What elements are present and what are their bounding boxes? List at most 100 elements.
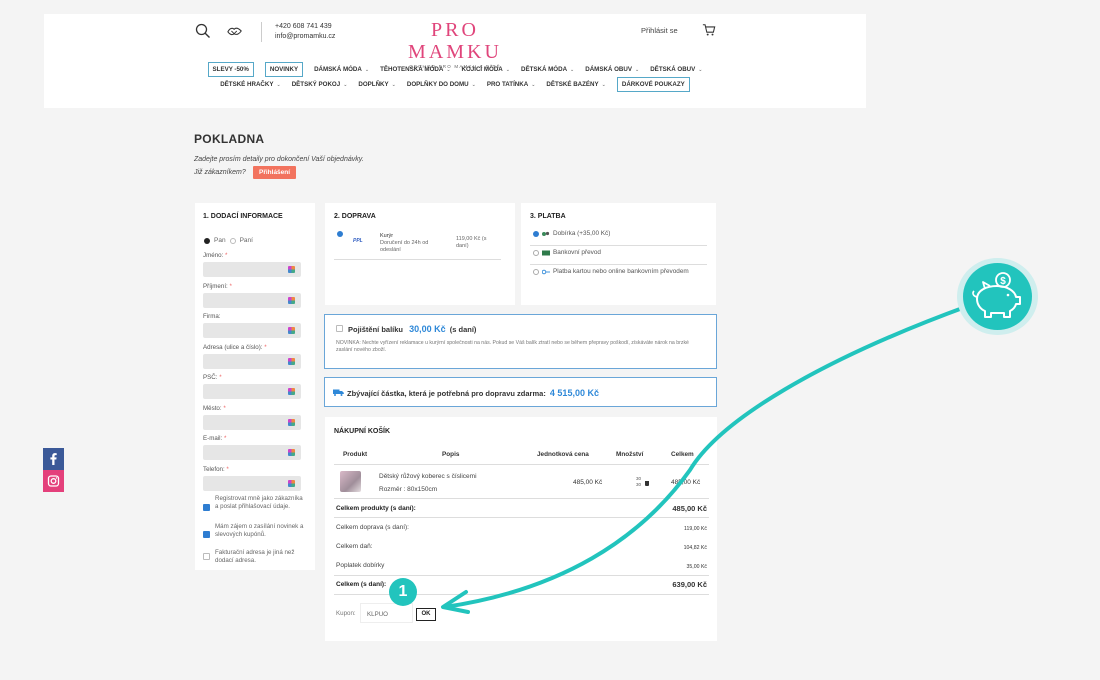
nav-item[interactable]: KOJICÍ MÓDA ⌄ xyxy=(462,66,510,73)
chevron-down-icon: ⌄ xyxy=(446,66,451,73)
nav-item-label: DOPLŇKY xyxy=(358,81,389,88)
autofill-icon[interactable] xyxy=(288,388,295,395)
facebook-icon xyxy=(50,453,57,465)
register-checkbox[interactable] xyxy=(203,504,210,511)
shipping-courier-radio[interactable] xyxy=(337,231,343,237)
nav-item[interactable]: DÁMSKÁ MÓDA ⌄ xyxy=(314,66,369,73)
free-delivery-amount: 4 515,00 Kč xyxy=(549,388,599,398)
nav-item[interactable]: DÁRKOVÉ POUKAZY xyxy=(616,77,690,92)
text-field[interactable] xyxy=(203,445,301,460)
payment-radio[interactable] xyxy=(533,231,539,237)
field-label-text: E-mail: xyxy=(203,435,223,442)
required-marker: * xyxy=(224,435,227,442)
facebook-button[interactable] xyxy=(43,448,64,470)
nav-item[interactable]: DOPLŇKY DO DOMU ⌄ xyxy=(407,81,476,88)
billing-address-checkbox[interactable] xyxy=(203,553,210,560)
summary-label: Celkem produkty (s daní): xyxy=(336,505,416,512)
text-field[interactable] xyxy=(203,414,301,430)
payment-title: 3. PLATBA xyxy=(530,213,566,220)
chevron-down-icon: ⌄ xyxy=(531,81,536,88)
grand-total-label: Celkem (s daní): xyxy=(336,581,387,588)
coupon-input[interactable]: KLPUO xyxy=(360,603,413,623)
text-field[interactable] xyxy=(203,384,301,399)
trash-icon[interactable] xyxy=(645,481,649,486)
column-header: Popis xyxy=(442,451,460,458)
instagram-button[interactable] xyxy=(43,470,64,492)
piggy-bank-icon: $ xyxy=(972,272,1021,318)
insurance-label: Pojištění balíku 30,00 Kč (s daní) xyxy=(348,324,476,334)
gender-mrs-radio[interactable] xyxy=(229,237,236,244)
autofill-icon[interactable] xyxy=(288,327,295,334)
nav-item[interactable]: DĚTSKÁ OBUV ⌄ xyxy=(650,66,702,73)
autofill-icon[interactable] xyxy=(288,266,295,273)
card-icon xyxy=(542,269,550,275)
summary-label: Poplatek dobírky xyxy=(336,562,385,569)
field-label-text: Příjmení: xyxy=(203,282,228,290)
handshake-icon[interactable] xyxy=(227,23,243,39)
payment-panel: 3. PLATBA Dobírka (+35,00 Kč) Bankovní p… xyxy=(521,203,716,305)
autofill-icon[interactable] xyxy=(288,479,295,487)
nav-item-label: TĚHOTENSKÁ MÓDA xyxy=(380,66,444,73)
chevron-down-icon: ⌄ xyxy=(471,81,476,88)
page-title: POKLADNA xyxy=(194,132,265,146)
cart-icon[interactable] xyxy=(702,23,716,37)
column-header: Jednotková cena xyxy=(537,451,589,458)
autofill-icon[interactable] xyxy=(288,449,295,456)
nav-item[interactable]: DĚTSKÉ HRAČKY ⌄ xyxy=(220,81,281,88)
text-field[interactable] xyxy=(203,475,301,491)
product-thumbnail[interactable] xyxy=(340,471,361,492)
insurance-checkbox[interactable] xyxy=(336,325,343,332)
payment-option-cod[interactable]: Dobírka (+35,00 Kč) xyxy=(533,230,708,238)
quantity-stepper[interactable]: 30 30 xyxy=(636,476,641,488)
login-link[interactable]: Přihlásit se xyxy=(641,26,678,35)
gender-mr-radio[interactable] xyxy=(204,237,210,244)
divider xyxy=(334,498,709,499)
autofill-icon[interactable] xyxy=(288,418,295,426)
instagram-icon xyxy=(47,475,60,487)
nav-item[interactable]: DĚTSKÉ BAZÉNY ⌄ xyxy=(546,81,605,88)
text-field[interactable] xyxy=(203,323,301,338)
nav-item[interactable]: TĚHOTENSKÁ MÓDA ⌄ xyxy=(380,66,450,73)
step-number-badge: 1 xyxy=(389,578,417,606)
field-label-text: Adresa (ulice a číslo): xyxy=(203,343,263,351)
field-label-text: Telefon: xyxy=(203,465,225,473)
unit-price: 485,00 Kč xyxy=(573,479,603,486)
nav-item[interactable]: DĚTSKÝ POKOJ ⌄ xyxy=(292,81,348,88)
payment-option-bank-transfer[interactable]: Bankovní převod xyxy=(533,249,708,257)
payment-radio[interactable] xyxy=(533,250,539,256)
text-field[interactable] xyxy=(203,262,301,277)
nav-item-label: NOVINKY xyxy=(269,66,299,73)
cart-panel: NÁKUPNÍ KOŠÍK Produkt Popis Jednotková c… xyxy=(325,417,717,641)
required-marker: * xyxy=(225,252,228,259)
nav-item[interactable]: SLEVY -50% xyxy=(207,62,254,77)
nav-item[interactable]: PRO TATÍNKA ⌄ xyxy=(487,81,536,88)
login-button[interactable]: Přihlášení xyxy=(253,166,297,179)
phone-number[interactable]: +420 608 741 439 xyxy=(275,22,335,32)
chevron-down-icon: ⌄ xyxy=(570,66,575,73)
newsletter-checkbox[interactable] xyxy=(203,531,210,538)
product-attribute: Rozměr : 80x150cm xyxy=(379,486,438,493)
nav-item[interactable]: NOVINKY xyxy=(264,62,304,77)
autofill-icon[interactable] xyxy=(288,357,295,365)
nav-item[interactable]: DÁMSKÁ OBUV ⌄ xyxy=(585,66,639,73)
payment-radio[interactable] xyxy=(533,269,539,275)
required-marker: * xyxy=(223,404,226,412)
nav-item[interactable]: DOPLŇKY ⌄ xyxy=(358,81,395,88)
divider xyxy=(334,464,709,465)
email-address[interactable]: info@promamku.cz xyxy=(275,32,335,42)
payment-option-card[interactable]: Platba kartou nebo online bankovním přev… xyxy=(533,268,708,276)
nav-item-label: DĚTSKÁ OBUV xyxy=(650,66,696,73)
nav-item[interactable]: DĚTSKÁ MÓDA ⌄ xyxy=(521,66,574,73)
field-label: Jméno: * xyxy=(203,252,227,259)
line-total: 485,00 Kč xyxy=(671,479,701,486)
payment-option-label: Platba kartou nebo online bankovním přev… xyxy=(553,268,689,275)
search-icon[interactable] xyxy=(195,23,211,39)
free-delivery-text: Zbývající částka, která je potřebná pro … xyxy=(347,388,599,398)
nav-item-label: DĚTSKÁ MÓDA xyxy=(520,66,568,73)
text-field[interactable] xyxy=(203,353,301,369)
coupon-ok-button[interactable]: OK xyxy=(416,608,436,621)
text-field[interactable] xyxy=(203,292,301,308)
product-name[interactable]: Dětský růžový koberec s číslicemi xyxy=(379,473,477,480)
summary-value: 119,00 Kč xyxy=(684,526,707,532)
autofill-icon[interactable] xyxy=(288,296,295,304)
